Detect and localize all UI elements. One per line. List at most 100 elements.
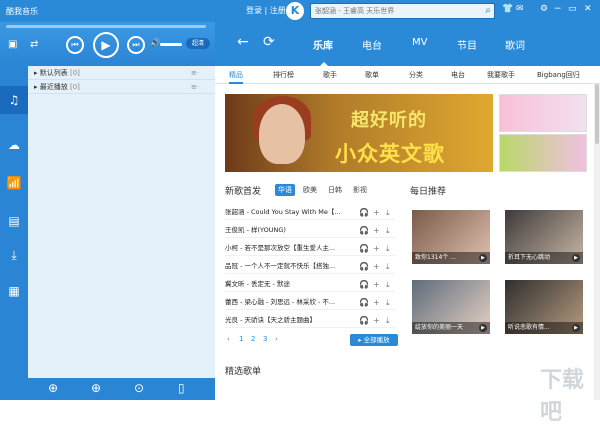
cloud-icon[interactable]: ☁: [5, 136, 23, 154]
tab-library[interactable]: 乐库: [313, 37, 333, 52]
download-icon[interactable]: ⤓: [5, 246, 23, 264]
tab-radio[interactable]: 电台: [362, 37, 382, 52]
next-button[interactable]: ⏭: [127, 36, 145, 54]
subtab-bigbang[interactable]: Bigbang回归: [537, 70, 580, 80]
subtab-playlists[interactable]: 歌单: [365, 70, 379, 80]
add-icon[interactable]: ⊕: [91, 381, 101, 395]
tab-jpkr[interactable]: 日韩: [328, 185, 342, 195]
volume-icon[interactable]: 🔊: [150, 38, 160, 47]
search-icon[interactable]: ⌕: [485, 5, 491, 16]
song-row[interactable]: 小柯 - 若不是那次放空【重生爱人主...: [225, 240, 395, 256]
restore-icon[interactable]: ▭: [568, 4, 577, 14]
headphone-icon[interactable]: 🎧: [359, 280, 369, 289]
screen-icon[interactable]: ▣: [8, 39, 17, 50]
download-icon[interactable]: ⤓: [386, 244, 390, 254]
volume-slider[interactable]: [160, 43, 182, 46]
scroll-thumb[interactable]: [595, 84, 599, 144]
banner-carousel[interactable]: 超好听的 小众英文歌: [225, 94, 493, 172]
headphone-icon[interactable]: 🎧: [359, 244, 369, 253]
download-icon[interactable]: ⤓: [386, 208, 390, 218]
page-number[interactable]: 3: [263, 335, 267, 343]
play-icon[interactable]: ▶: [479, 324, 487, 332]
refresh-icon[interactable]: ⟳: [263, 34, 275, 50]
download-icon[interactable]: ⤓: [386, 226, 390, 236]
playlist-item[interactable]: ▸ 默认列表 [0]≡·: [28, 66, 215, 80]
apps-icon[interactable]: ▦: [5, 282, 23, 300]
download-icon[interactable]: ⤓: [386, 262, 390, 272]
next-page-icon[interactable]: ›: [275, 335, 278, 343]
add-icon[interactable]: +: [373, 280, 380, 289]
add-icon[interactable]: +: [373, 298, 380, 307]
subtab-charts[interactable]: 排行榜: [273, 70, 294, 80]
tab-western[interactable]: 欧美: [303, 185, 317, 195]
tab-programs[interactable]: 节目: [457, 37, 477, 52]
recommend-card[interactable]: 绽放你的美丽一天 ▶: [412, 280, 490, 334]
add-icon[interactable]: +: [373, 226, 380, 235]
headphone-icon[interactable]: 🎧: [359, 262, 369, 271]
music-note-icon[interactable]: ♫: [0, 86, 28, 114]
search-icon[interactable]: ⊙: [134, 381, 144, 395]
menu-icon[interactable]: ≡·: [191, 80, 199, 94]
subtab-categories[interactable]: 分类: [409, 70, 423, 80]
headphone-icon[interactable]: 🎧: [359, 226, 369, 235]
add-icon[interactable]: +: [373, 316, 380, 325]
add-icon[interactable]: +: [373, 262, 380, 271]
progress-bar[interactable]: [6, 25, 206, 28]
search-input[interactable]: [311, 4, 471, 18]
play-icon[interactable]: ▶: [479, 254, 487, 262]
playlist-item[interactable]: ▸ 最近播放 [0]≡·: [28, 80, 215, 94]
play-button[interactable]: ▶: [93, 32, 119, 58]
subtab-i-am-singer[interactable]: 我要歌手: [487, 70, 515, 80]
song-row[interactable]: 张韶涵 - Could You Stay With Me【...: [225, 204, 395, 220]
play-icon[interactable]: ▶: [572, 324, 580, 332]
subtab-radio[interactable]: 电台: [451, 70, 465, 80]
shuffle-icon[interactable]: ⇄: [30, 39, 38, 50]
add-icon[interactable]: +: [373, 244, 380, 253]
song-row[interactable]: 蕾西 - 梁心融 - 刘思远 - 林采欣 - 不...: [225, 294, 395, 310]
phone-icon[interactable]: ▯: [178, 381, 185, 395]
tab-film[interactable]: 影视: [353, 185, 367, 195]
play-icon[interactable]: ▶: [572, 254, 580, 262]
page-number[interactable]: 2: [251, 335, 255, 343]
scrollbar[interactable]: [594, 84, 600, 400]
song-row[interactable]: 王俊凯 - 样(YOUNG): [225, 222, 395, 238]
close-icon[interactable]: ✕: [584, 4, 592, 14]
kuwo-logo[interactable]: K: [286, 2, 304, 20]
search-box[interactable]: ⌕: [310, 3, 495, 19]
back-arrow-icon[interactable]: ←: [237, 34, 249, 50]
subtab-featured[interactable]: 精品: [229, 70, 243, 84]
side-banner-thumb[interactable]: [499, 134, 587, 172]
add-icon[interactable]: +: [373, 208, 380, 217]
recommend-card[interactable]: 致你1314个 … ▶: [412, 210, 490, 264]
download-icon[interactable]: ⤓: [386, 298, 390, 308]
shirt-icon[interactable]: 👕: [502, 4, 513, 14]
tab-lyrics[interactable]: 歌词: [505, 37, 525, 52]
headphone-icon[interactable]: 🎧: [359, 316, 369, 325]
menu-icon[interactable]: ≡·: [191, 66, 199, 80]
play-all-button[interactable]: ▸ 全部播放: [350, 334, 398, 346]
subtab-singers[interactable]: 歌手: [323, 70, 337, 80]
song-row[interactable]: 品冠 - 一个人不一定就不快乐【搭独...: [225, 258, 395, 274]
page-number[interactable]: 1: [239, 335, 243, 343]
quality-badge[interactable]: 超清: [186, 38, 210, 49]
tab-chinese[interactable]: 华语: [275, 184, 295, 196]
prev-button[interactable]: ⏮: [66, 36, 84, 54]
download-icon[interactable]: ⤓: [386, 316, 390, 326]
tab-mv[interactable]: MV: [412, 37, 427, 48]
side-banner-thumb[interactable]: [499, 94, 587, 132]
download-icon[interactable]: ⤓: [386, 280, 390, 290]
gear-icon[interactable]: ⚙: [540, 4, 548, 14]
radio-icon[interactable]: 📶: [5, 174, 23, 192]
recommend-card[interactable]: 折耳下无心跳动 ▶: [505, 210, 583, 264]
add-icon[interactable]: ⊕: [48, 381, 58, 395]
headphone-icon[interactable]: 🎧: [359, 298, 369, 307]
song-row[interactable]: 冀文昕 - 丢定无 - 默途: [225, 276, 395, 292]
minimize-icon[interactable]: −: [554, 4, 562, 14]
login-link[interactable]: 登录 | 注册: [246, 5, 286, 16]
recommend-card[interactable]: 听说悲歌有情... ▶: [505, 280, 583, 334]
headphone-icon[interactable]: 🎧: [359, 208, 369, 217]
song-row[interactable]: 光良 - 天骄诀【天之骄主题曲】: [225, 312, 395, 328]
mail-icon[interactable]: ✉: [516, 4, 524, 14]
document-icon[interactable]: ▤: [5, 212, 23, 230]
prev-page-icon[interactable]: ‹: [227, 335, 230, 343]
